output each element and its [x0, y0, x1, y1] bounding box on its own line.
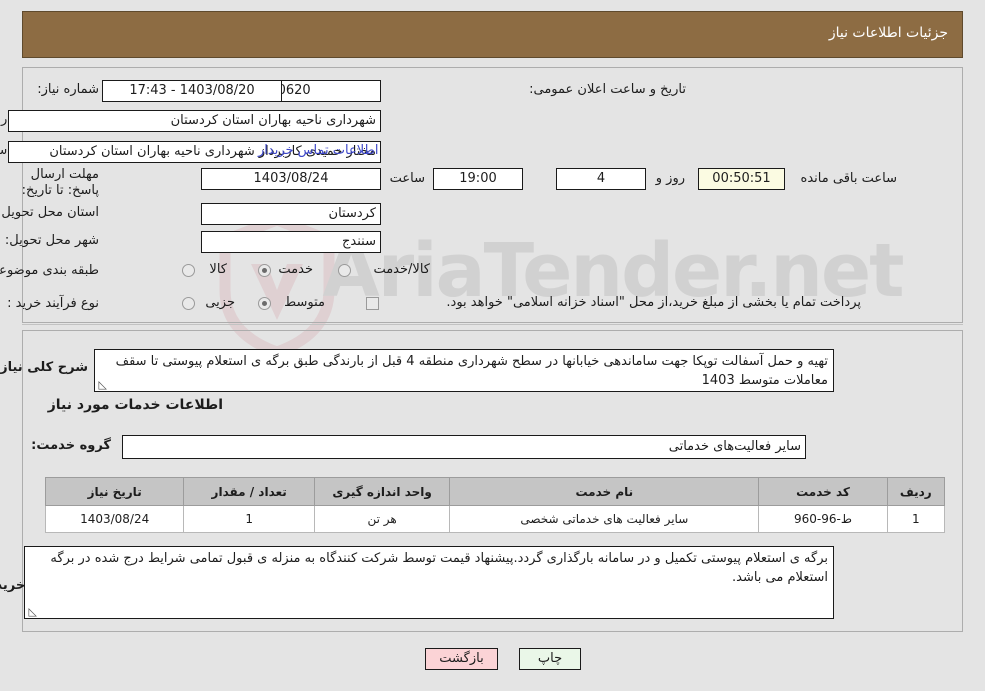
- col-header-row: ردیف: [886, 477, 946, 506]
- delivery-province-value: کردستان: [201, 203, 381, 225]
- page-root: AriaTender.net جزئیات اطلاعات نیاز شماره…: [0, 0, 985, 691]
- page-title: جزئیات اطلاعات نیاز: [828, 25, 948, 41]
- radio-process-motavaset[interactable]: [258, 297, 271, 310]
- public-announce-label: تاریخ و ساعت اعلان عمومی:: [529, 82, 686, 97]
- need-number-label: شماره نیاز:: [37, 82, 99, 97]
- cell-unit: هر تن: [314, 505, 451, 533]
- remaining-days-label: روز و: [655, 171, 685, 186]
- buyer-notes-value: برگه ی استعلام پیوستی تکمیل و در سامانه …: [50, 551, 828, 585]
- back-button[interactable]: بازگشت: [425, 648, 498, 670]
- col-header-quantity: تعداد / مقدار: [183, 477, 316, 506]
- buyer-org-value: شهرداری ناحیه بهاران استان کردستان: [8, 110, 381, 132]
- radio-category-khedmat[interactable]: [258, 264, 271, 277]
- treasury-documents-checkbox[interactable]: [366, 297, 379, 310]
- cell-code: ط-96-960: [758, 505, 888, 533]
- deadline-hour-label: ساعت: [389, 171, 425, 186]
- radio-category-khedmat-label: خدمت: [278, 262, 313, 277]
- deadline-label: مهلت ارسال پاسخ: تا تاریخ:: [21, 167, 99, 198]
- buyer-notes-textarea[interactable]: برگه ی استعلام پیوستی تکمیل و در سامانه …: [24, 546, 834, 619]
- deadline-date-value: 1403/08/24: [201, 168, 381, 190]
- radio-process-jozei[interactable]: [182, 297, 195, 310]
- service-group-value: سایر فعالیت‌های خدماتی: [122, 435, 806, 459]
- radio-category-kala[interactable]: [182, 264, 195, 277]
- general-description-label: شرح کلی نیاز:: [0, 360, 88, 375]
- table-row: 1 ط-96-960 سایر فعالیت های خدماتی شخصی ه…: [44, 505, 946, 533]
- radio-category-kala-khedmat-label: کالا/خدمت: [373, 262, 430, 277]
- panel-divider-1: [22, 324, 963, 325]
- delivery-city-label: شهر محل تحویل:: [4, 233, 99, 248]
- countdown-timer: 00:50:51: [698, 168, 785, 190]
- service-group-label: گروه خدمت:: [31, 438, 111, 453]
- cell-row: 1: [886, 505, 946, 533]
- radio-process-motavaset-label: متوسط: [284, 295, 325, 310]
- cell-quantity: 1: [183, 505, 316, 533]
- general-description-value: تهیه و حمل آسفالت توپکا جهت ساماندهی خیا…: [115, 354, 828, 388]
- buyer-contact-link[interactable]: اطلاعات تماس خریدار: [258, 143, 378, 159]
- col-header-date: تاریخ نیاز: [44, 477, 185, 506]
- cell-date: 1403/08/24: [44, 505, 185, 533]
- need-info-panel: [22, 67, 963, 323]
- general-description-textarea[interactable]: تهیه و حمل آسفالت توپکا جهت ساماندهی خیا…: [94, 349, 834, 392]
- purchase-process-label: نوع فرآیند خرید :: [7, 296, 99, 311]
- deadline-time-value: 19:00: [433, 168, 523, 190]
- print-button[interactable]: چاپ: [519, 648, 581, 670]
- delivery-city-value: سنندج: [201, 231, 381, 253]
- col-header-unit: واحد اندازه گیری: [314, 477, 451, 506]
- resize-grip-icon[interactable]: ◺: [97, 379, 107, 390]
- remaining-days-value: 4: [556, 168, 646, 190]
- remaining-hours-label: ساعت باقی مانده: [800, 171, 897, 186]
- page-header-bar: جزئیات اطلاعات نیاز: [22, 11, 963, 58]
- delivery-province-label: استان محل تحویل:: [0, 205, 99, 220]
- table-header-row: ردیف کد خدمت نام خدمت واحد اندازه گیری ت…: [44, 477, 946, 506]
- col-header-code: کد خدمت: [758, 477, 888, 506]
- services-table: ردیف کد خدمت نام خدمت واحد اندازه گیری ت…: [44, 477, 946, 533]
- resize-grip-icon-2[interactable]: ◺: [27, 606, 37, 617]
- cell-name: سایر فعالیت های خدماتی شخصی: [449, 505, 760, 533]
- radio-category-kala-khedmat[interactable]: [338, 264, 351, 277]
- radio-process-jozei-label: جزیی: [205, 295, 235, 310]
- treasury-note-text: پرداخت تمام یا بخشی از مبلغ خرید،از محل …: [446, 295, 861, 310]
- public-announce-value: 1403/08/20 - 17:43: [102, 80, 282, 102]
- services-section-title: اطلاعات خدمات مورد نیاز: [47, 397, 223, 413]
- radio-category-kala-label: کالا: [209, 262, 227, 277]
- col-header-name: نام خدمت: [449, 477, 760, 506]
- subject-category-label: طبقه بندی موضوعی:: [0, 263, 99, 278]
